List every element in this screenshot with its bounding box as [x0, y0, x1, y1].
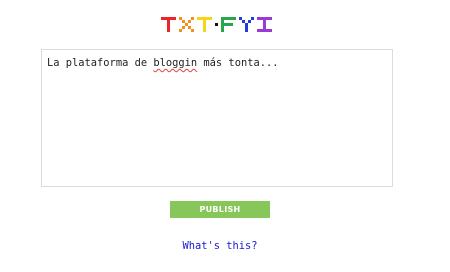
page: La plataforma de bloggin más tonta... PU… [0, 0, 450, 272]
logo-letter-t2 [197, 17, 212, 32]
logo-letter-f [221, 17, 236, 32]
logo-letter-x [179, 17, 194, 32]
logo-letter-dot [215, 23, 218, 26]
whats-this-link[interactable]: What's this? [0, 240, 440, 252]
text-editor[interactable]: La plataforma de bloggin más tonta... [41, 49, 393, 187]
logo-letter-i [257, 17, 272, 32]
editor-content[interactable]: La plataforma de bloggin más tonta... [47, 57, 278, 69]
editor-text-before: La plataforma de [47, 57, 154, 69]
editor-misspelled-word: bloggin [153, 57, 198, 69]
logo-letter-t1 [161, 17, 176, 32]
logo-letter-y [239, 17, 254, 32]
publish-button[interactable]: PUBLISH [170, 201, 270, 218]
logo [161, 16, 281, 33]
editor-text-after: más tonta... [197, 57, 279, 69]
txt-fyi-logo-icon [161, 17, 272, 32]
